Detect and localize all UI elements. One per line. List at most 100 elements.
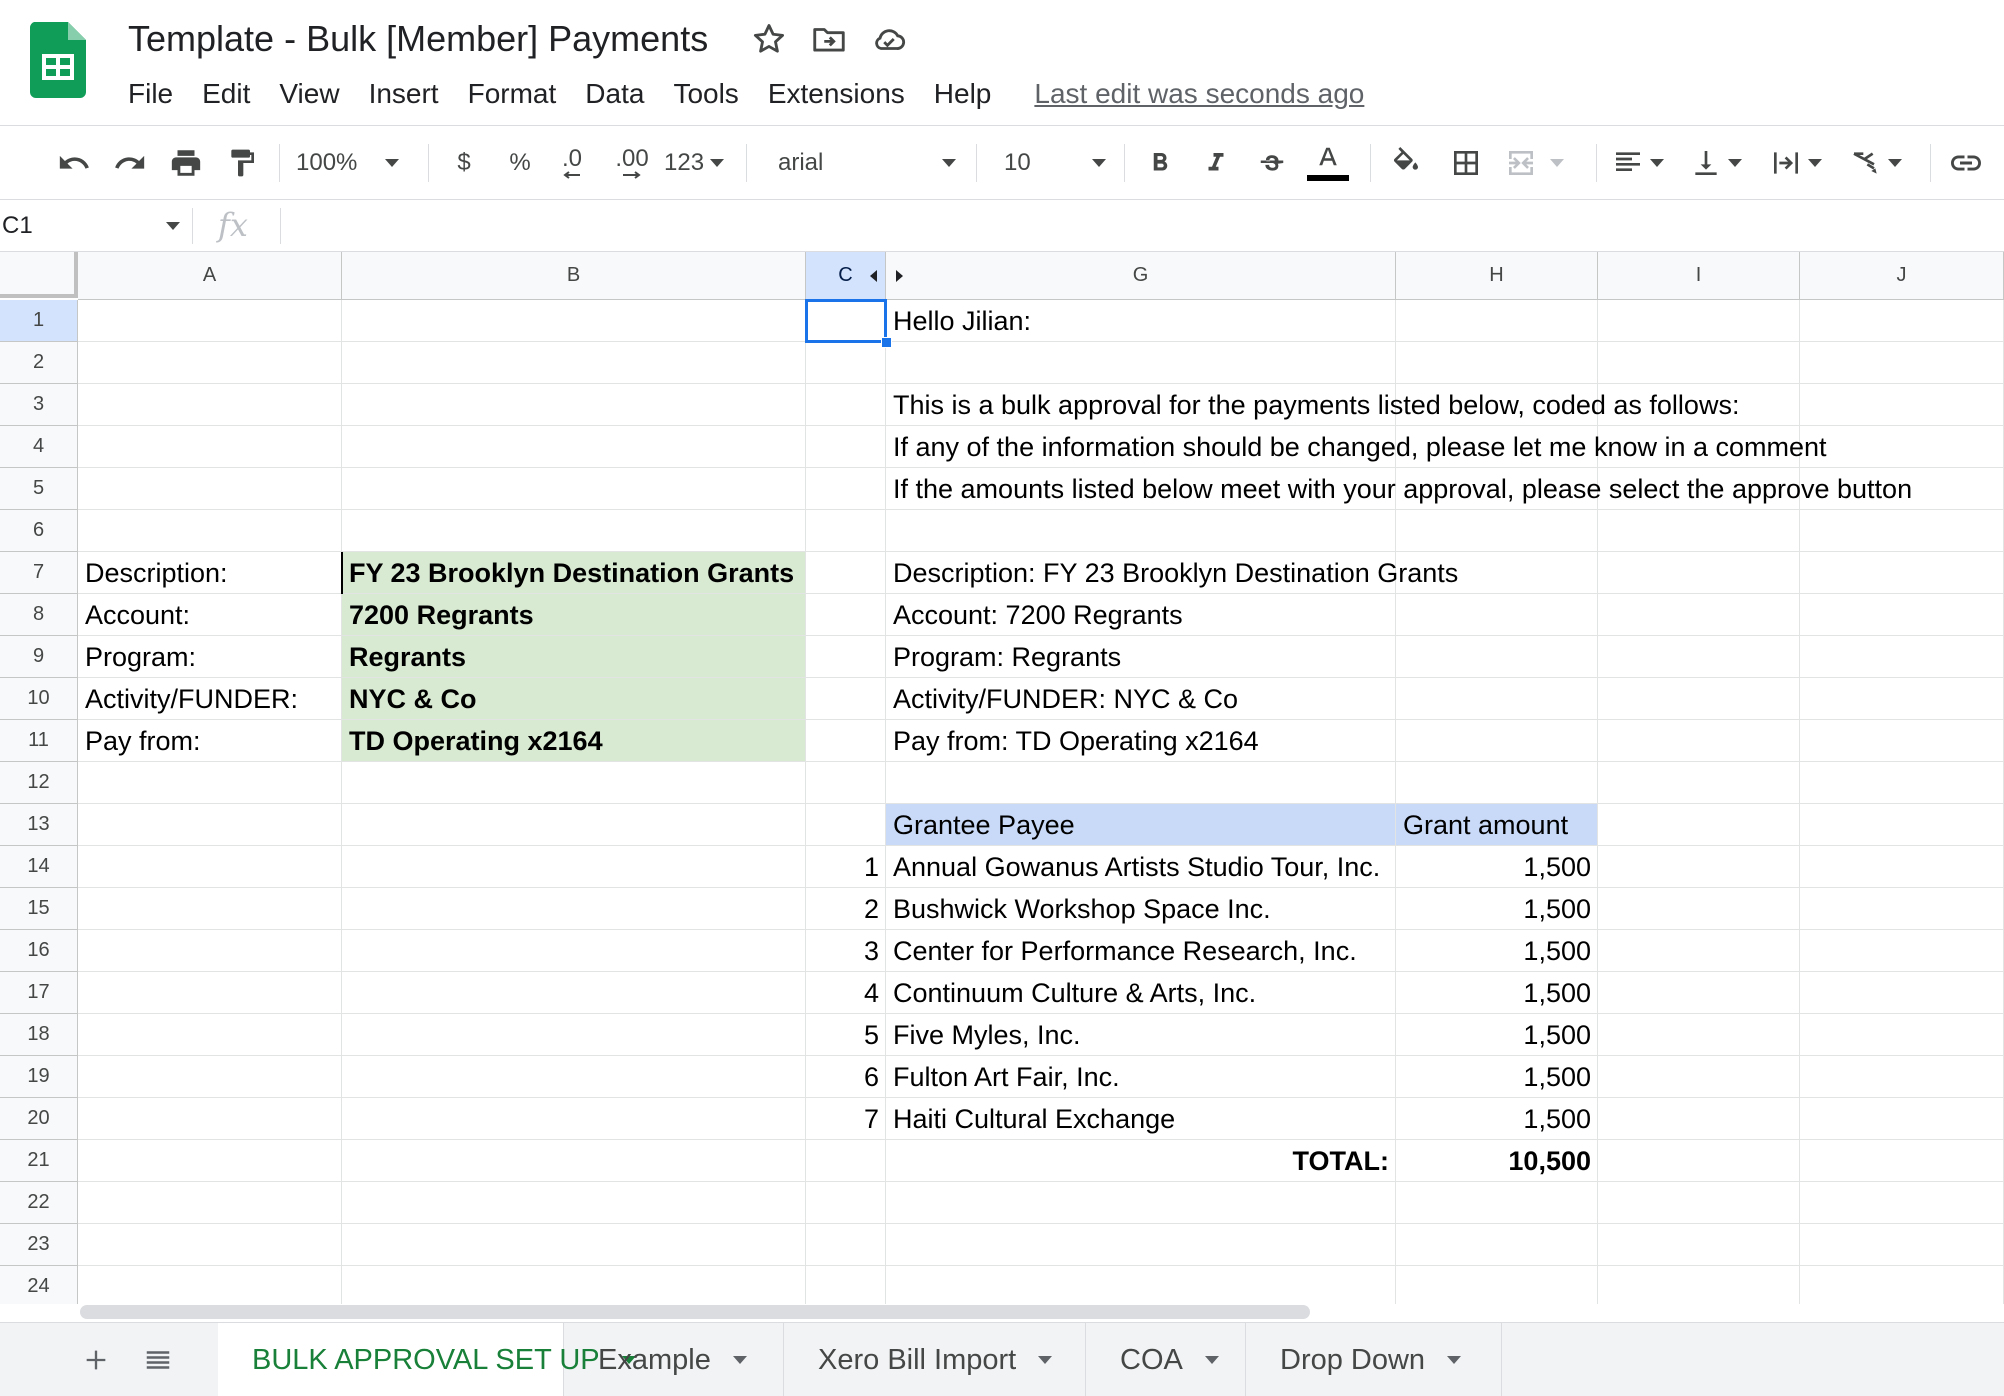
hidden-columns-left-arrow-icon[interactable] [870,270,877,282]
row-header-5[interactable]: 5 [0,468,78,510]
row-header-2[interactable]: 2 [0,342,78,384]
column-header-j[interactable]: J [1800,252,2004,300]
menu-tools[interactable]: Tools [673,78,738,110]
grantee-payee[interactable]: Continuum Culture & Arts, Inc. [886,972,1396,1014]
document-title[interactable]: Template - Bulk [Member] Payments [128,18,708,60]
sheets-logo-icon[interactable] [30,22,86,98]
row-header-6[interactable]: 6 [0,510,78,552]
row-header-10[interactable]: 10 [0,678,78,720]
grant-number[interactable]: 6 [806,1056,886,1098]
column-header-a[interactable]: A [78,252,342,300]
row-header-8[interactable]: 8 [0,594,78,636]
italic-button[interactable] [1196,126,1236,200]
grant-amount[interactable]: 1,500 [1396,972,1598,1014]
currency-format-button[interactable]: $ [444,126,484,200]
row-header-23[interactable]: 23 [0,1224,78,1266]
scrollbar-thumb[interactable] [80,1305,1310,1319]
grant-number[interactable]: 7 [806,1098,886,1140]
name-box[interactable]: C1 [2,200,186,252]
cell-g1[interactable]: Hello Jilian: [886,300,1996,342]
grant-number[interactable]: 4 [806,972,886,1014]
cell-h13[interactable]: Grant amount [1396,804,1598,846]
percent-format-button[interactable]: % [500,126,540,200]
cell-g8[interactable]: Account: 7200 Regrants [886,594,1996,636]
grant-amount[interactable]: 1,500 [1396,888,1598,930]
menu-file[interactable]: File [128,78,173,110]
zoom-select[interactable]: 100% [296,126,416,200]
cell-a11[interactable]: Pay from: [78,720,342,762]
insert-link-button[interactable] [1944,126,1988,200]
grantee-payee[interactable]: Haiti Cultural Exchange [886,1098,1396,1140]
grantee-payee[interactable]: Bushwick Workshop Space Inc. [886,888,1396,930]
row-header-14[interactable]: 14 [0,846,78,888]
cell-g9[interactable]: Program: Regrants [886,636,1996,678]
cell-g4[interactable]: If any of the information should be chan… [886,426,1996,468]
row-header-20[interactable]: 20 [0,1098,78,1140]
cell-b8[interactable]: 7200 Regrants [342,594,806,636]
cell-a7[interactable]: Description: [78,552,342,594]
sheet-tab[interactable]: BULK APPROVAL SET UP [218,1323,636,1396]
grantee-payee[interactable]: Annual Gowanus Artists Studio Tour, Inc. [886,846,1396,888]
row-header-7[interactable]: 7 [0,552,78,594]
sheet-tab[interactable]: Drop Down [1246,1323,1502,1396]
grant-number[interactable]: 2 [806,888,886,930]
strikethrough-button[interactable] [1252,126,1292,200]
cell-g7[interactable]: Description: FY 23 Brooklyn Destination … [886,552,1996,594]
chevron-down-icon[interactable] [1038,1356,1053,1364]
chevron-down-icon[interactable] [732,1356,747,1364]
row-header-4[interactable]: 4 [0,426,78,468]
print-button[interactable] [164,126,208,200]
cell-g3[interactable]: This is a bulk approval for the payments… [886,384,1996,426]
sheet-tab[interactable]: Xero Bill Import [784,1323,1086,1396]
text-color-button[interactable] [1304,126,1352,200]
row-header-18[interactable]: 18 [0,1014,78,1056]
column-header-i[interactable]: I [1598,252,1800,300]
horizontal-align-select[interactable] [1612,126,1674,200]
star-icon[interactable] [750,20,788,58]
cell-g5[interactable]: If the amounts listed below meet with yo… [886,468,1996,510]
borders-button[interactable] [1444,126,1488,200]
menu-help[interactable]: Help [934,78,992,110]
row-header-16[interactable]: 16 [0,930,78,972]
menu-extensions[interactable]: Extensions [768,78,905,110]
grant-amount[interactable]: 1,500 [1396,1014,1598,1056]
undo-button[interactable] [52,126,96,200]
merge-cells-button[interactable] [1504,126,1576,200]
row-header-11[interactable]: 11 [0,720,78,762]
text-rotation-select[interactable] [1850,126,1912,200]
row-header-22[interactable]: 22 [0,1182,78,1224]
menu-format[interactable]: Format [468,78,557,110]
last-edit-link[interactable]: Last edit was seconds ago [1034,78,1364,110]
select-all-corner[interactable] [0,252,78,298]
horizontal-scrollbar[interactable] [0,1304,2004,1319]
grant-number[interactable]: 1 [806,846,886,888]
cell-b10[interactable]: NYC & Co [342,678,806,720]
decrease-decimal-button[interactable]: .0 [550,126,594,200]
cell-a10[interactable]: Activity/FUNDER: [78,678,342,720]
cell-b11[interactable]: TD Operating x2164 [342,720,806,762]
text-wrap-select[interactable] [1770,126,1832,200]
add-sheet-button[interactable] [74,1323,118,1396]
all-sheets-button[interactable] [136,1323,180,1396]
menu-insert[interactable]: Insert [369,78,439,110]
increase-decimal-button[interactable]: .00 [608,126,656,200]
grant-amount[interactable]: 1,500 [1396,846,1598,888]
grant-number[interactable]: 5 [806,1014,886,1056]
grantee-payee[interactable]: Five Myles, Inc. [886,1014,1396,1056]
menu-data[interactable]: Data [585,78,644,110]
cell-h21[interactable]: 10,500 [1396,1140,1598,1182]
grant-amount[interactable]: 1,500 [1396,1056,1598,1098]
hidden-columns-right-arrow-icon[interactable] [896,270,903,282]
fill-handle[interactable] [881,337,892,348]
grant-number[interactable]: 3 [806,930,886,972]
row-header-21[interactable]: 21 [0,1140,78,1182]
cell-b9[interactable]: Regrants [342,636,806,678]
column-header-b[interactable]: B [342,252,806,300]
sheet-tab[interactable]: Example [564,1323,784,1396]
chevron-down-icon[interactable] [1447,1356,1462,1364]
grant-amount[interactable]: 1,500 [1396,930,1598,972]
vertical-align-select[interactable] [1690,126,1752,200]
grantee-payee[interactable]: Fulton Art Fair, Inc. [886,1056,1396,1098]
grantee-payee[interactable]: Center for Performance Research, Inc. [886,930,1396,972]
cell-g21[interactable]: TOTAL: [886,1140,1396,1182]
